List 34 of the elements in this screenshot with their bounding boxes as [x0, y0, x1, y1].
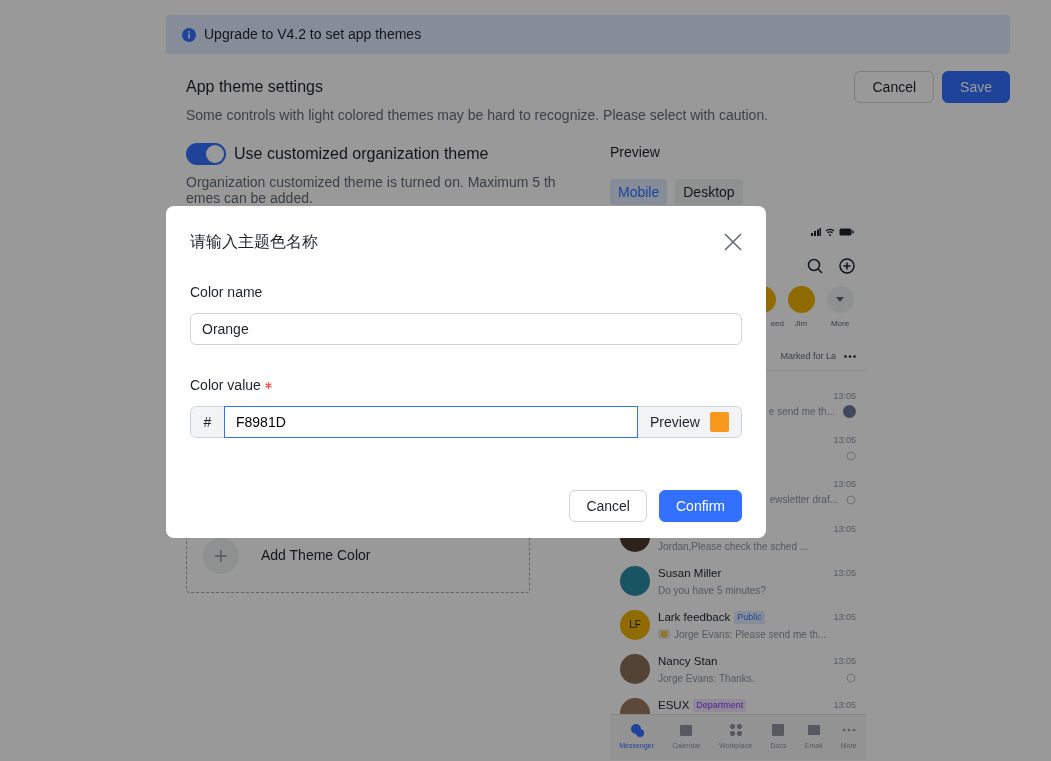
banner-text: Upgrade to V4.2 to set app themes — [204, 25, 422, 44]
chat-time: 13:05 — [833, 522, 856, 536]
section-title: App theme settings — [186, 77, 324, 97]
chat-time: 13:05 — [833, 389, 856, 403]
contact-name: eed — [770, 318, 784, 330]
chat-time: 13:05 — [833, 654, 856, 668]
chat-preview: Do you have 5 minutes? — [658, 583, 766, 598]
section-description: Some controls with light colored themes may be hard to recognize. Please select with caution. — [186, 106, 769, 125]
preview-title: Preview — [610, 143, 661, 162]
chat-preview: Jordan,Please check the sched ... — [658, 539, 809, 554]
chat-name: Nancy Stan — [658, 653, 718, 669]
theme-note: Organization customized theme is turned on. Maximum 5 themes can be added. — [186, 174, 557, 206]
chat-preview: Jorge Evans: Thanks. — [658, 671, 755, 686]
field-label: Color name — [190, 284, 263, 300]
chat-name: Lark feedback — [658, 609, 731, 625]
chat-time: 13:05 — [833, 610, 856, 624]
field-label: Color value — [190, 376, 261, 395]
chat-time: 13:05 — [833, 698, 856, 712]
contact-name: More — [830, 318, 850, 330]
toggle-label: Use customized organization theme — [234, 144, 489, 164]
contact-name: Jim — [794, 318, 808, 330]
chat-name: ESUX — [658, 697, 690, 713]
hash-prefix: # — [203, 412, 212, 432]
chat-time: 13:05 — [833, 433, 856, 447]
chat-preview: e send me th... — [768, 405, 835, 419]
add-theme-label: Add Theme Color — [261, 546, 371, 565]
chat-preview: ewsletter draf... — [769, 493, 838, 507]
chat-preview: Jorge Evans: Please send me th... — [674, 627, 827, 642]
dialog-title: 请输入主题色名称 — [190, 232, 318, 252]
chat-time: 13:05 — [833, 566, 856, 580]
chat-time: 13:05 — [833, 477, 856, 491]
preview-label: Preview — [650, 412, 700, 432]
avatar-initials: LF — [620, 609, 650, 640]
chat-name: Susan Miller — [658, 565, 722, 581]
